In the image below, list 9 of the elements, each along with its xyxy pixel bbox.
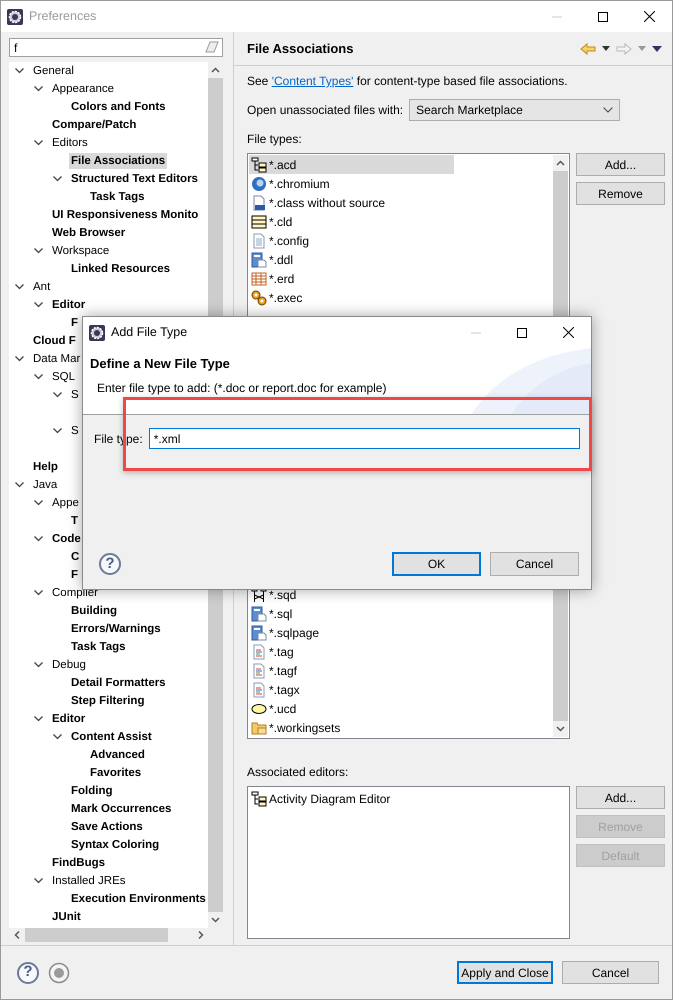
dialog-description: Enter file type to add: (*.doc or report.doc for example) (96, 380, 388, 396)
dialog-title: Add File Type (111, 324, 188, 342)
dialog-heading: Define a New File Type (89, 355, 231, 373)
page-title: File Associations (247, 40, 354, 58)
window-title: Preferences (29, 8, 96, 26)
field-label: Open unassociated files with: (247, 102, 404, 119)
section-label: Associated editors: (247, 764, 350, 781)
section-label: File types: (247, 131, 303, 148)
info-text: See 'Content Types' for content-type based file associations. (247, 73, 569, 90)
